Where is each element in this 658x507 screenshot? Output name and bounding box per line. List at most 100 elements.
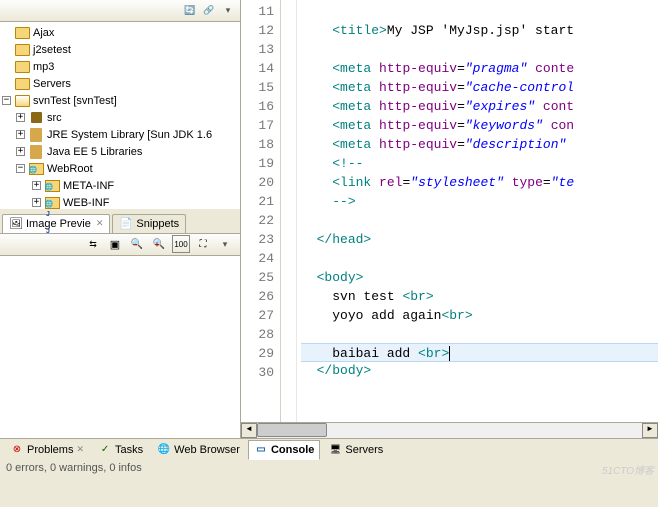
tab-image-preview[interactable]: 🖼Image Previe✕: [2, 214, 110, 233]
tree-item[interactable]: mp3: [0, 58, 240, 75]
line-number: 29: [241, 344, 274, 363]
tree-item[interactable]: + JRE System Library [Sun JDK 1.6: [0, 126, 240, 143]
code-line[interactable]: -->: [301, 192, 658, 211]
zoom-in-icon[interactable]: [150, 235, 168, 253]
code-line[interactable]: <title>My JSP 'MyJsp.jsp' start: [301, 21, 658, 40]
code-line[interactable]: [301, 2, 658, 21]
expand-icon[interactable]: +: [16, 130, 25, 139]
tree-item[interactable]: +WEB-INF: [0, 194, 240, 209]
tab-problems[interactable]: ⊗Problems ✕: [4, 440, 90, 460]
folder-open-icon: [14, 94, 30, 108]
code-line[interactable]: </head>: [301, 230, 658, 249]
zoom-100-icon[interactable]: 100: [172, 235, 190, 253]
scrollbar-thumb[interactable]: [257, 423, 327, 437]
nav-icon[interactable]: [84, 235, 102, 253]
tree-label: svnTest [svnTest]: [33, 95, 117, 107]
expand-icon[interactable]: +: [32, 198, 41, 207]
line-number: 11: [241, 2, 274, 21]
marker-bar: [281, 0, 297, 422]
line-number: 26: [241, 287, 274, 306]
expand-icon[interactable]: +: [32, 181, 41, 190]
code-line[interactable]: <meta http-equiv="keywords" con: [301, 116, 658, 135]
collapse-icon[interactable]: −: [2, 96, 11, 105]
link-editor-icon[interactable]: [201, 3, 217, 19]
expand-icon[interactable]: +: [16, 113, 25, 122]
tab-label: Console: [271, 444, 314, 456]
tree-item[interactable]: − WebRoot: [0, 160, 240, 177]
servers-icon: [328, 443, 342, 457]
web-browser-icon: [157, 443, 171, 457]
code-line[interactable]: yoyo add again<br>: [301, 306, 658, 325]
code-line[interactable]: <!--: [301, 154, 658, 173]
line-number: 15: [241, 78, 274, 97]
line-number: 20: [241, 173, 274, 192]
line-number: 25: [241, 268, 274, 287]
webfolder-icon: [28, 162, 44, 176]
tab-label: Snippets: [136, 218, 179, 230]
tab-label: Problems: [27, 444, 73, 456]
explorer-toolbar: [0, 0, 240, 22]
tree-item[interactable]: +src: [0, 109, 240, 126]
line-number: 22: [241, 211, 274, 230]
tab-web-browser[interactable]: Web Browser: [151, 440, 246, 460]
view-menu-icon[interactable]: [220, 3, 236, 19]
tab-label: Servers: [345, 444, 383, 456]
code-line[interactable]: <body>: [301, 268, 658, 287]
line-number: 23: [241, 230, 274, 249]
line-number: 16: [241, 97, 274, 116]
code-area[interactable]: <title>My JSP 'MyJsp.jsp' start <meta ht…: [297, 0, 658, 422]
problems-icon: ⊗: [10, 443, 24, 457]
code-line[interactable]: svn test <br>: [301, 287, 658, 306]
tree-item[interactable]: − svnTest [svnTest]: [0, 92, 240, 109]
package-explorer-tree[interactable]: Ajax j2setest mp3 Servers − svnTest [svnTest]…: [0, 22, 240, 209]
tab-console[interactable]: Console: [248, 440, 320, 460]
tree-item[interactable]: +META-INF: [0, 177, 240, 194]
tree-item[interactable]: + Java EE 5 Libraries: [0, 143, 240, 160]
tab-label: Web Browser: [174, 444, 240, 456]
code-line[interactable]: [301, 211, 658, 230]
horizontal-scrollbar[interactable]: ◄ ►: [241, 422, 658, 438]
collapse-all-icon[interactable]: [182, 3, 198, 19]
collapse-icon[interactable]: −: [16, 164, 25, 173]
folder-icon: [14, 26, 30, 40]
line-number-gutter: 1112131415161718192021222324252627282930: [241, 0, 281, 422]
scroll-right-icon[interactable]: ►: [642, 423, 658, 438]
crop-icon[interactable]: ▣: [106, 235, 124, 253]
code-line[interactable]: [301, 249, 658, 268]
tree-item[interactable]: Servers: [0, 75, 240, 92]
code-line[interactable]: baibai add <br>: [301, 343, 658, 362]
tree-item[interactable]: j2setest: [0, 41, 240, 58]
tree-item[interactable]: Ajax: [0, 24, 240, 41]
code-line[interactable]: [301, 325, 658, 344]
tab-servers[interactable]: Servers: [322, 440, 389, 460]
close-icon[interactable]: ✕: [96, 218, 104, 229]
code-line[interactable]: <meta http-equiv="description": [301, 135, 658, 154]
tab-tasks[interactable]: ✓Tasks: [92, 440, 149, 460]
code-line[interactable]: [301, 40, 658, 59]
line-number: 12: [241, 21, 274, 40]
line-number: 14: [241, 59, 274, 78]
scroll-left-icon[interactable]: ◄: [241, 423, 257, 438]
left-panel: Ajax j2setest mp3 Servers − svnTest [svnTest]…: [0, 0, 241, 438]
code-line[interactable]: <link rel="stylesheet" type="te: [301, 173, 658, 192]
folder-icon: [14, 60, 30, 74]
tree-label: Java EE 5 Libraries: [47, 146, 142, 158]
code-line[interactable]: <meta http-equiv="pragma" conte: [301, 59, 658, 78]
code-line[interactable]: </body>: [301, 361, 658, 380]
preview-toolbar: ▣ 100: [0, 234, 240, 256]
view-menu-icon[interactable]: [216, 235, 234, 253]
expand-icon[interactable]: +: [16, 147, 25, 156]
tab-snippets[interactable]: 📄Snippets: [112, 214, 186, 233]
zoom-fit-icon[interactable]: [194, 235, 212, 253]
scrollbar-track[interactable]: [257, 423, 642, 438]
tree-label: Ajax: [33, 27, 54, 39]
code-line[interactable]: <meta http-equiv="expires" cont: [301, 97, 658, 116]
watermark: 51CTO博客: [602, 462, 654, 477]
tree-label: mp3: [33, 61, 54, 73]
code-line[interactable]: <meta http-equiv="cache-control: [301, 78, 658, 97]
tree-label: JRE System Library [Sun JDK 1.6: [47, 129, 212, 141]
code-editor[interactable]: 1112131415161718192021222324252627282930…: [241, 0, 658, 422]
tree-label: WebRoot: [47, 163, 93, 175]
zoom-out-icon[interactable]: [128, 235, 146, 253]
close-icon[interactable]: ✕: [76, 444, 84, 455]
